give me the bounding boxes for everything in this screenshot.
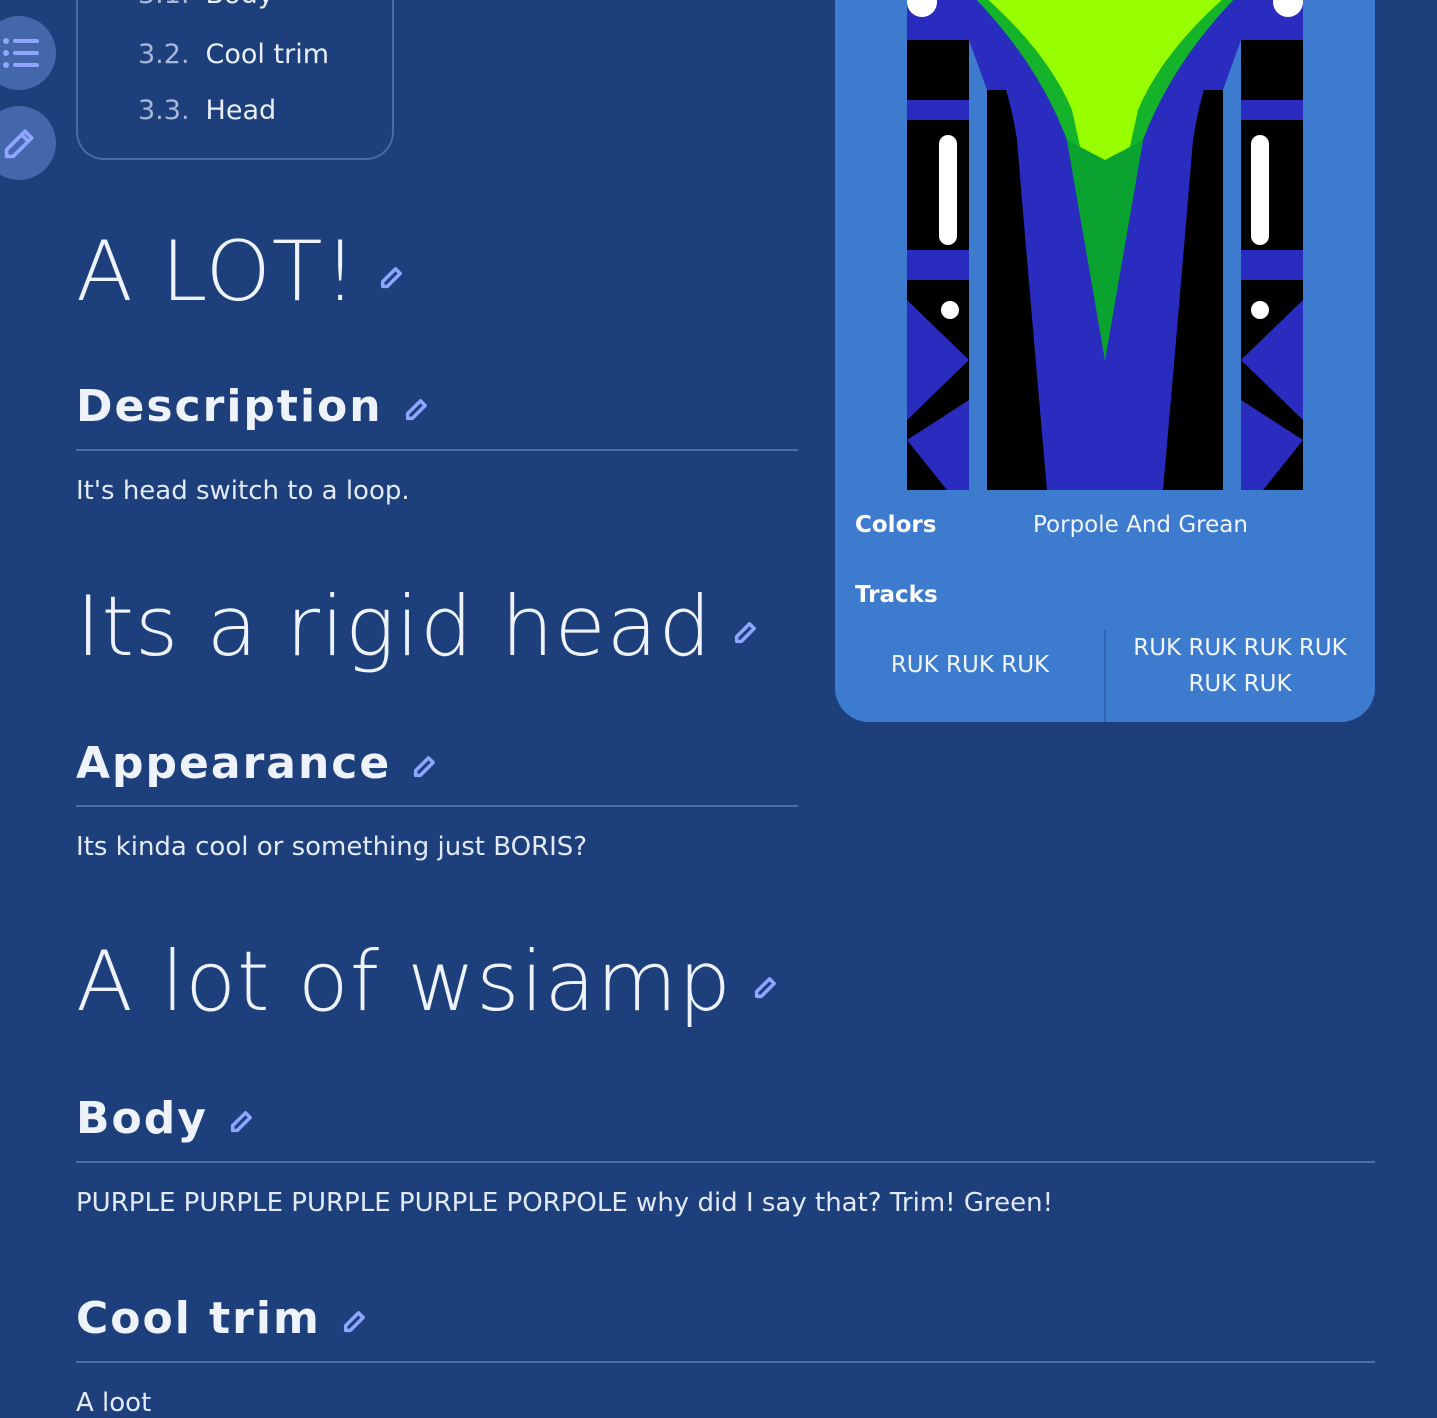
- heading-text: Appearance: [76, 738, 392, 789]
- edit-page-button[interactable]: [0, 106, 56, 180]
- infobox-colors-label: Colors: [855, 512, 937, 538]
- heading-rigid-head: Its a rigid head: [76, 585, 760, 668]
- section-divider: [76, 805, 798, 807]
- infobox-tracks-label: Tracks: [855, 582, 938, 608]
- toc-number: 3.2.: [138, 39, 190, 70]
- toc-label: Cool trim: [205, 39, 329, 70]
- toc-number: 3.1.: [138, 0, 190, 10]
- appearance-text: Its kinda cool or something just BORIS?: [76, 832, 588, 862]
- infobox-colors-value: Porpole And Grean: [1033, 512, 1248, 538]
- table-of-contents: 3.1. Body 3.2. Cool trim 3.3. Head: [76, 0, 394, 160]
- heading-appearance: Appearance: [76, 742, 439, 786]
- toc-label: Body: [206, 0, 274, 10]
- heading-text: A lot of wsiamp: [76, 933, 732, 1030]
- toc-number: 3.3.: [138, 95, 190, 126]
- pencil-icon: [4, 129, 34, 159]
- section-divider: [76, 1161, 1375, 1163]
- edit-pencil-icon[interactable]: [403, 395, 431, 423]
- edit-pencil-icon[interactable]: [411, 752, 439, 780]
- heading-cool-trim: Cool trim: [76, 1297, 369, 1341]
- heading-text: Description: [76, 381, 383, 432]
- heading-text: Cool trim: [76, 1293, 321, 1344]
- body-text: PURPLE PURPLE PURPLE PURPLE PORPOLE why …: [76, 1188, 1054, 1218]
- heading-text: A LOT!: [76, 223, 358, 320]
- heading-wsiamp: A lot of wsiamp: [76, 940, 780, 1023]
- edit-pencil-icon[interactable]: [228, 1107, 256, 1135]
- heading-text: Body: [76, 1093, 208, 1144]
- edit-pencil-icon[interactable]: [341, 1307, 369, 1335]
- toc-toggle-button[interactable]: [0, 16, 56, 90]
- section-divider: [76, 1361, 1375, 1363]
- infobox: Colors Porpole And Grean Tracks RUK RUK …: [835, 0, 1375, 722]
- toc-item-cool-trim[interactable]: 3.2. Cool trim: [138, 39, 329, 70]
- track-right-line2: RUK RUK: [1188, 671, 1292, 697]
- edit-pencil-icon[interactable]: [732, 618, 760, 646]
- edit-pencil-icon[interactable]: [378, 263, 406, 291]
- section-divider: [76, 449, 798, 451]
- heading-body: Body: [76, 1097, 256, 1141]
- toc-item-head[interactable]: 3.3. Head: [138, 95, 276, 126]
- infobox-track-right: RUK RUK RUK RUK RUK RUK: [1105, 630, 1375, 702]
- track-right-line1: RUK RUK RUK RUK: [1133, 635, 1347, 661]
- description-text: It's head switch to a loop.: [76, 476, 410, 506]
- heading-description: Description: [76, 385, 431, 429]
- edit-pencil-icon[interactable]: [752, 973, 780, 1001]
- texture-artwork: [907, 0, 1303, 490]
- list-icon: [3, 38, 39, 68]
- heading-text: Its a rigid head: [76, 578, 713, 675]
- toc-label: Head: [205, 95, 277, 126]
- infobox-track-left: RUK RUK RUK: [890, 652, 1050, 678]
- heading-a-lot: A LOT!: [76, 230, 406, 313]
- toc-item-body[interactable]: 3.1. Body: [138, 0, 274, 10]
